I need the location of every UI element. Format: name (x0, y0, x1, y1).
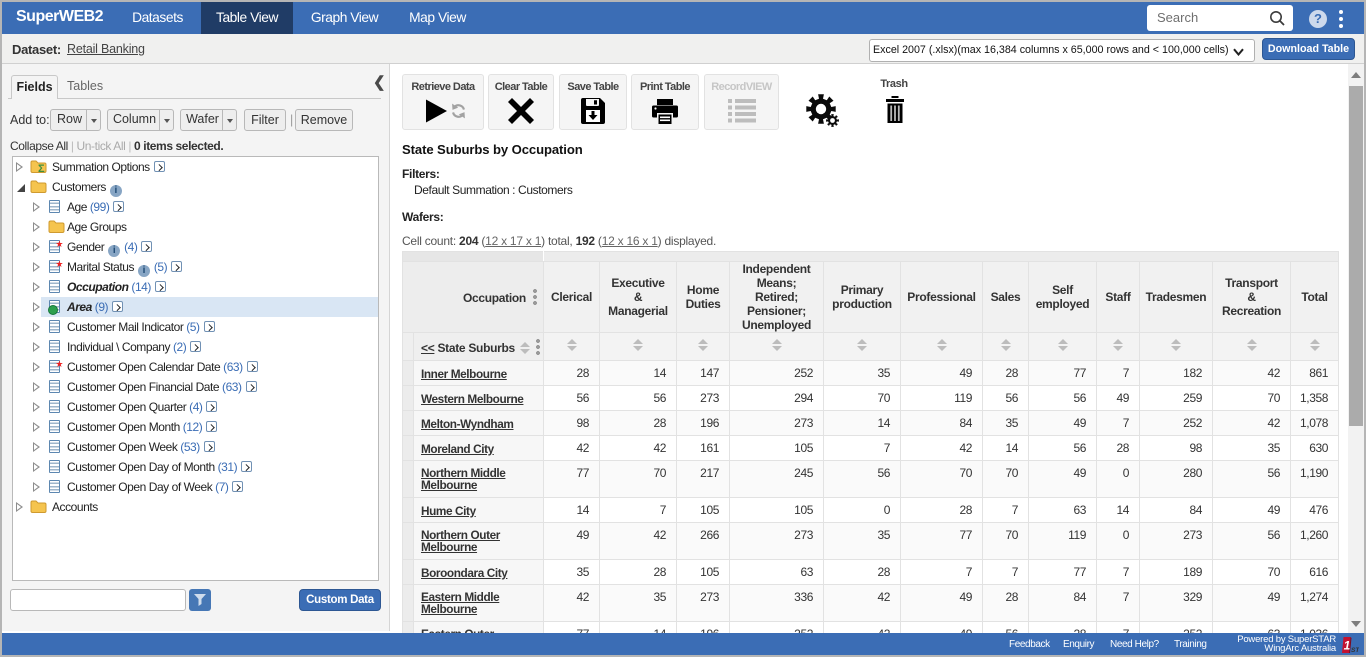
svg-text:1: 1 (1344, 639, 1351, 653)
svg-text:Σ: Σ (38, 163, 45, 174)
svg-text:ST: ST (1351, 647, 1359, 654)
